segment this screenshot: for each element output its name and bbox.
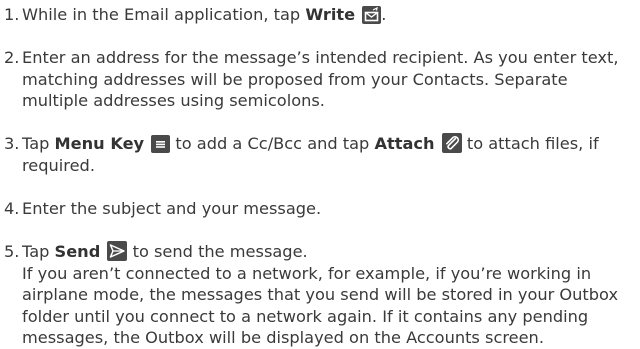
step-1: 1. While in the Email application, tap W… <box>0 4 636 26</box>
step-text: Tap Send to send the message. If you aren… <box>0 241 636 349</box>
step-text: Enter the subject and your message. <box>22 199 322 218</box>
compose-icon <box>362 6 382 24</box>
step-number: 3. <box>4 134 20 153</box>
step-5: 5. Tap Send to send the message. If you a… <box>0 241 636 349</box>
write-key-label: Write <box>305 5 356 24</box>
send-key-label: Send <box>54 242 101 261</box>
step-text-post: . <box>381 5 387 24</box>
step-text: While in the Email application, tap Writ… <box>0 4 636 26</box>
attach-label: Attach <box>374 134 435 153</box>
step-4: 4. Enter the subject and your message. <box>0 198 636 220</box>
paperclip-icon <box>441 133 462 153</box>
step-note: If you aren’t connected to a network, fo… <box>22 263 619 348</box>
step-text-mid: to add a Cc/Bcc and tap <box>170 134 375 153</box>
step-3: 3. Tap Menu Key to add a Cc/Bcc and tap … <box>0 133 636 176</box>
send-icon <box>107 241 128 261</box>
step-number: 1. <box>4 5 20 24</box>
step-text: Enter an address for the message’s inten… <box>22 48 619 111</box>
step-number: 5. <box>4 242 20 261</box>
step-text-pre: Tap <box>22 242 55 261</box>
step-text-pre: Tap <box>22 134 55 153</box>
step-text: Tap Menu Key to add a Cc/Bcc and tap Att… <box>0 133 636 176</box>
menu-key-icon <box>151 135 171 153</box>
instruction-list: 1. While in the Email application, tap W… <box>0 0 640 347</box>
step-2: 2. Enter an address for the message’s in… <box>0 47 636 112</box>
step-number: 2. <box>4 48 20 67</box>
menu-key-label: Menu Key <box>54 134 145 153</box>
step-text-post: to send the message. <box>127 242 308 261</box>
step-number: 4. <box>4 199 20 218</box>
step-text-pre: While in the Email application, tap <box>22 5 306 24</box>
